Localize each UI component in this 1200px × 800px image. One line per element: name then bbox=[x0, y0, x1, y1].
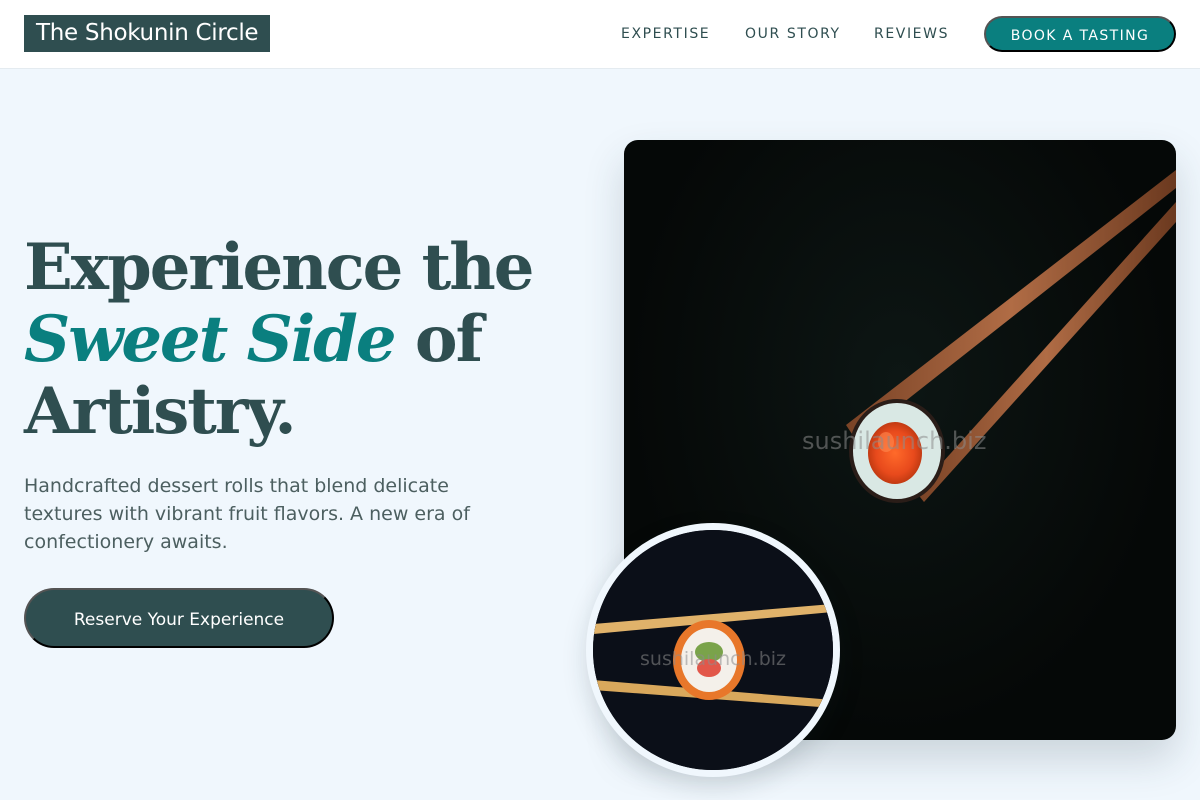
nav-expertise[interactable]: EXPERTISE bbox=[621, 25, 710, 43]
circle-watermark: sushilaunch.biz bbox=[640, 648, 787, 670]
headline-line-3: Artistry. bbox=[24, 374, 297, 449]
headline-of: of bbox=[394, 302, 483, 377]
hero-subtext: Handcrafted dessert rolls that blend del… bbox=[24, 475, 470, 553]
sushi-closeup-circle-image: sushilaunch.biz bbox=[586, 523, 840, 777]
book-tasting-button[interactable]: BOOK A TASTING bbox=[984, 16, 1176, 52]
headline-accent: Sweet Side bbox=[24, 302, 397, 377]
reserve-experience-button[interactable]: Reserve Your Experience bbox=[24, 588, 334, 648]
image-watermark: sushilaunch.biz bbox=[802, 427, 987, 455]
nav-reviews[interactable]: REVIEWS bbox=[874, 25, 949, 43]
hero-headline: Experience the Sweet Side of Artistry. bbox=[24, 232, 584, 448]
nav-our-story[interactable]: OUR STORY bbox=[745, 25, 841, 43]
headline-line-1: Experience the bbox=[24, 230, 534, 305]
site-logo[interactable]: The Shokunin Circle bbox=[24, 15, 271, 52]
site-header: The Shokunin Circle EXPERTISE OUR STORY … bbox=[0, 0, 1200, 69]
